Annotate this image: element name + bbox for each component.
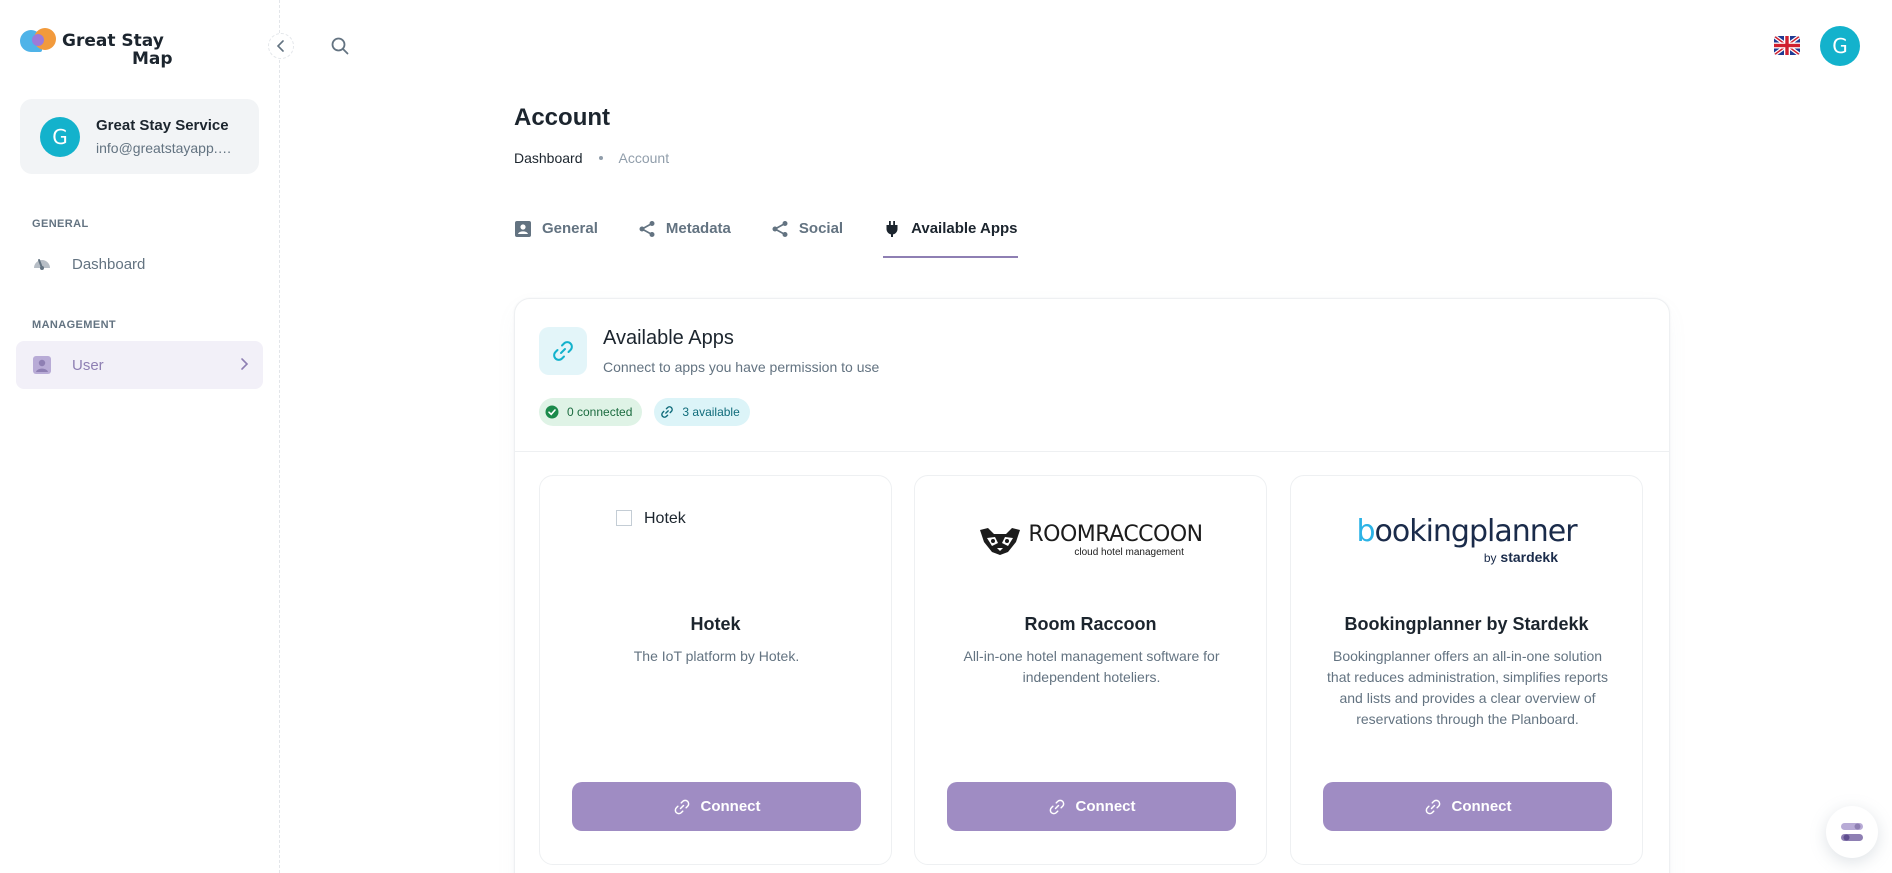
breadcrumb-current: Account (618, 150, 670, 166)
hotek-logo-alt: Hotek (644, 510, 686, 527)
tab-general[interactable]: General (514, 220, 598, 258)
bookingplanner-logo-b: b (1356, 514, 1375, 549)
broken-image-icon (616, 510, 632, 526)
brand-logo[interactable]: Great Stay Map (20, 28, 173, 68)
toggle-settings-icon (1841, 823, 1863, 841)
panel-divider (515, 451, 1669, 452)
available-count-badge: 3 available (654, 398, 750, 426)
search-button[interactable] (330, 36, 350, 56)
bookingplanner-logo: bookingplanner by stardekk (1291, 506, 1642, 576)
sidebar-item-label: Dashboard (72, 255, 146, 273)
tab-available-apps[interactable]: Available Apps (883, 220, 1018, 258)
connected-count-badge: 0 connected (539, 398, 643, 426)
hotek-logo: Hotek (616, 510, 686, 528)
connected-count-label: 0 connected (567, 405, 633, 419)
avatar[interactable]: G (40, 116, 80, 157)
tab-metadata[interactable]: Metadata (638, 220, 731, 258)
link-icon (539, 327, 587, 375)
room-raccoon-wordmark: ROOMRACCOON cloud hotel management (1028, 522, 1203, 558)
breadcrumb-separator (598, 156, 603, 160)
app-name: Hotek (690, 614, 741, 634)
link-icon (660, 405, 674, 419)
sidebar: Great Stay Map G Great Stay Service info… (0, 0, 280, 873)
tab-label: General (542, 220, 598, 237)
search-icon (331, 37, 349, 55)
contact-card-icon (514, 220, 532, 238)
share-icon (771, 220, 789, 238)
account-tabs: General Metadata Social Available Apps (514, 220, 1058, 258)
link-icon (1049, 799, 1064, 814)
sidebar-collapse-button[interactable] (268, 33, 294, 59)
connect-button-label: Connect (1075, 798, 1136, 815)
settings-toggle-button[interactable] (1826, 806, 1878, 858)
bookingplanner-logo-brand: stardekk (1500, 549, 1558, 565)
plug-icon (883, 220, 901, 238)
page-title: Account (514, 104, 610, 131)
breadcrumb-dashboard-link[interactable]: Dashboard (514, 150, 583, 166)
sidebar-item-label: User (72, 356, 104, 374)
status-chips: 0 connected 3 available (539, 398, 762, 426)
available-count-label: 3 available (682, 405, 740, 419)
bookingplanner-logo-by: by (1483, 551, 1497, 565)
room-raccoon-logo-main: ROOMRACCOON (1028, 522, 1203, 547)
brand-name-line1: Great Stay (62, 31, 164, 51)
available-apps-panel: Available Apps Connect to apps you have … (514, 298, 1670, 873)
app-description: All-in-one hotel management software for… (963, 648, 1220, 685)
bookingplanner-wordmark: bookingplanner (1356, 514, 1577, 549)
brand-name-line2: Map (132, 49, 173, 69)
bookingplanner-logo-rest: ookingplanner (1374, 514, 1577, 549)
tab-label: Social (798, 220, 844, 237)
tab-label: Metadata (665, 220, 731, 237)
connect-button-label: Connect (1451, 798, 1512, 815)
user-icon (32, 355, 52, 375)
brand-name: Great Stay Map (62, 32, 173, 68)
tab-social[interactable]: Social (771, 220, 843, 258)
app-card-hotek: Hotek Hotek The IoT platform by Hotek. C… (539, 475, 892, 865)
sidebar-item-dashboard[interactable]: Dashboard (16, 240, 263, 288)
chevron-left-icon (276, 40, 284, 52)
raccoon-icon (980, 528, 1021, 555)
connect-button[interactable]: Connect (947, 782, 1236, 831)
language-selector-button[interactable] (1774, 36, 1800, 55)
app-name: Bookingplanner by Stardekk (1344, 614, 1589, 634)
account-info: Great Stay Service info@greatstayapp.com (96, 117, 236, 156)
sidebar-item-user[interactable]: User (16, 341, 263, 389)
tab-label: Available Apps (911, 220, 1018, 237)
share-icon (638, 220, 656, 238)
panel-title: Available Apps (603, 327, 734, 349)
app-description: Bookingplanner offers an all-in-one solu… (1327, 648, 1608, 727)
link-icon (1425, 799, 1440, 814)
connect-button[interactable]: Connect (572, 782, 861, 831)
breadcrumb: Dashboard Account (514, 150, 669, 166)
nav-subheader-general: GENERAL (32, 218, 89, 230)
header-avatar-button[interactable]: G (1820, 26, 1860, 66)
app-card-bookingplanner: bookingplanner by stardekk Bookingplanne… (1290, 475, 1643, 865)
account-email: info@greatstayapp.com (96, 140, 236, 156)
app-name: Room Raccoon (1024, 614, 1157, 634)
link-icon (674, 799, 689, 814)
logo-mark-icon (20, 28, 56, 54)
panel-subtitle: Connect to apps you have permission to u… (603, 359, 880, 375)
check-circle-icon (545, 405, 559, 419)
account-card: G Great Stay Service info@greatstayapp.c… (20, 99, 259, 174)
connect-button-label: Connect (700, 798, 761, 815)
account-name: Great Stay Service (96, 117, 229, 134)
app-description: The IoT platform by Hotek. (633, 648, 800, 664)
uk-flag-icon (1774, 36, 1800, 55)
room-raccoon-logo-sub: cloud hotel management (1074, 547, 1184, 558)
nav-subheader-management: MANAGEMENT (32, 319, 117, 331)
room-raccoon-logo: ROOMRACCOON cloud hotel management (915, 506, 1266, 576)
bookingplanner-byline: by stardekk (1484, 549, 1558, 565)
app-card-room-raccoon: ROOMRACCOON cloud hotel management Room … (914, 475, 1267, 865)
chevron-right-icon (239, 357, 249, 374)
dashboard-icon (32, 254, 52, 274)
connect-button[interactable]: Connect (1323, 782, 1612, 831)
